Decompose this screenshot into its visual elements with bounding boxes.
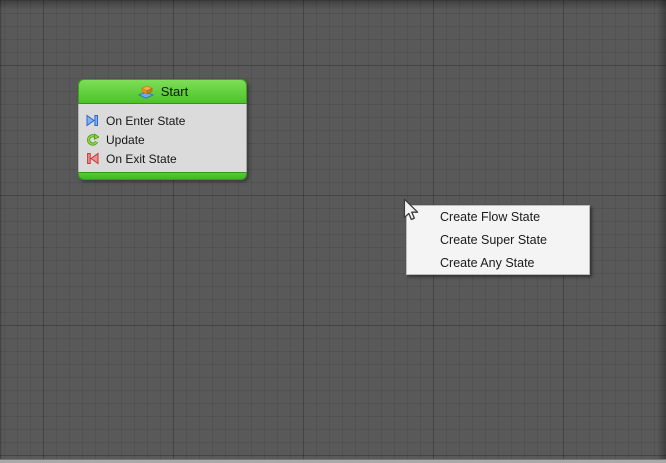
event-label: On Exit State xyxy=(106,152,177,166)
canvas-left-shadow xyxy=(0,0,2,459)
menu-item-create-super-state[interactable]: Create Super State xyxy=(407,229,589,252)
event-row-on-enter-state[interactable]: On Enter State xyxy=(86,111,240,130)
canvas-top-shadow xyxy=(0,0,666,9)
event-row-on-exit-state[interactable]: On Exit State xyxy=(86,149,240,168)
state-stack-icon xyxy=(137,84,155,100)
state-node-title: Start xyxy=(161,84,188,99)
event-label: On Enter State xyxy=(106,114,185,128)
menu-item-create-any-state[interactable]: Create Any State xyxy=(407,252,589,275)
state-node-body: On Enter State Update On Exit State xyxy=(78,104,247,172)
event-label: Update xyxy=(106,133,145,147)
step-forward-icon xyxy=(86,114,99,127)
state-node-header[interactable]: Start xyxy=(78,79,247,104)
graph-canvas[interactable]: Start On Enter State Update xyxy=(0,0,666,463)
menu-item-create-flow-state[interactable]: Create Flow State xyxy=(407,206,589,229)
context-menu: Create Flow State Create Super State Cre… xyxy=(406,205,590,275)
step-back-icon xyxy=(86,152,99,165)
refresh-icon xyxy=(86,133,99,146)
canvas-right-shadow xyxy=(657,0,666,459)
state-node-start[interactable]: Start On Enter State Update xyxy=(78,79,247,180)
event-row-update[interactable]: Update xyxy=(86,130,240,149)
canvas-bottom-edge xyxy=(0,459,666,463)
state-node-footer xyxy=(78,172,247,180)
